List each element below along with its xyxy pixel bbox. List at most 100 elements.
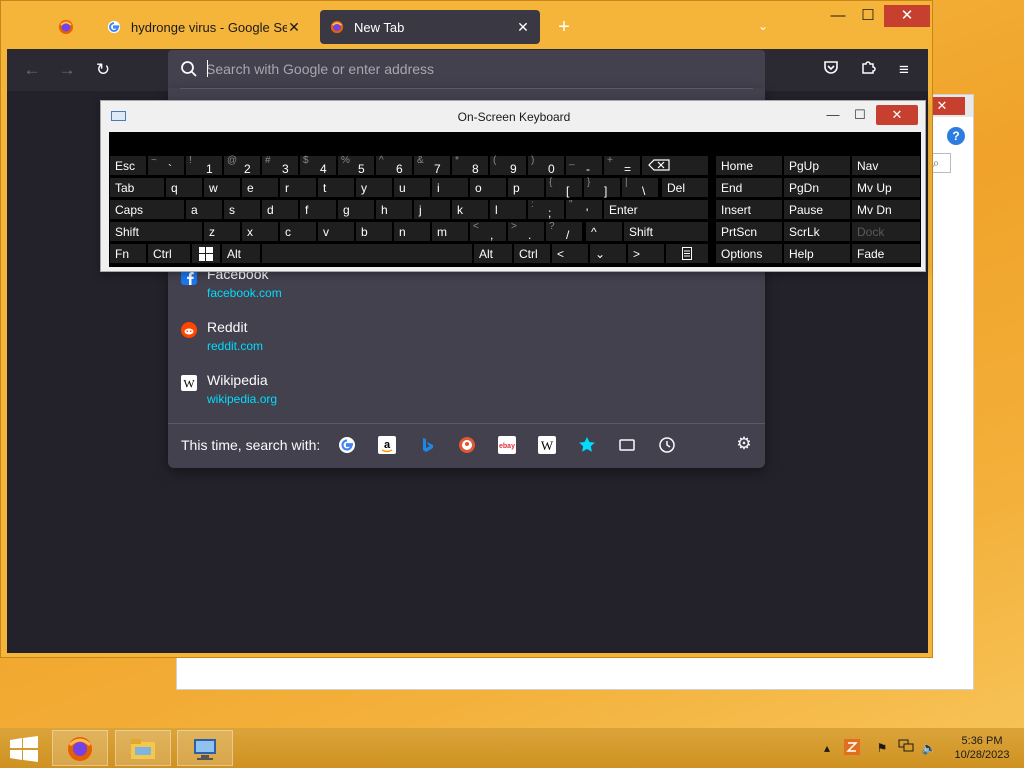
key-fn[interactable]: Fn (109, 243, 147, 264)
tray-app-icon[interactable] (843, 739, 861, 757)
key-backspace[interactable] (641, 155, 709, 176)
suggestion-wikipedia[interactable]: W Wikipedia wikipedia.org (168, 372, 765, 420)
key-l[interactable]: l (489, 199, 527, 220)
key-up[interactable]: ^ (585, 221, 623, 242)
key-k[interactable]: k (451, 199, 489, 220)
key-0[interactable]: ) 0 (527, 155, 565, 176)
show-hidden-icons[interactable]: ▴ (820, 739, 834, 757)
key-insert[interactable]: Insert (715, 199, 783, 220)
close-tab-icon[interactable]: ✕ (287, 19, 301, 36)
key-left[interactable]: < (551, 243, 589, 264)
key-x[interactable]: x (241, 221, 279, 242)
google-icon[interactable] (336, 434, 358, 456)
clock[interactable]: 5:36 PM 10/28/2023 (948, 734, 1016, 762)
key-`[interactable]: ~ ` (147, 155, 185, 176)
list-all-tabs-icon[interactable]: ⌄ (753, 15, 773, 37)
bookmarks-icon[interactable] (576, 434, 598, 456)
key-tab[interactable]: Tab (109, 177, 165, 198)
tab-new-tab[interactable]: New Tab ✕ (320, 10, 540, 44)
key-u[interactable]: u (393, 177, 431, 198)
key-n[interactable]: n (393, 221, 431, 242)
key-fade[interactable]: Fade (851, 243, 921, 264)
key-t[interactable]: t (317, 177, 355, 198)
osk-minimize-button[interactable]: — (821, 105, 845, 125)
key-r[interactable]: r (279, 177, 317, 198)
minimize-button[interactable]: — (824, 5, 852, 27)
key-4[interactable]: $4 (299, 155, 337, 176)
key-j[interactable]: j (413, 199, 451, 220)
osk-maximize-button[interactable]: ☐ (848, 105, 872, 125)
key-sym-3[interactable]: :; (527, 199, 565, 220)
forward-icon[interactable]: → (54, 58, 80, 82)
key-=[interactable]: + = (603, 155, 641, 176)
close-window-button[interactable]: ✕ (884, 5, 930, 27)
key-enter[interactable]: Enter (603, 199, 709, 220)
key-p[interactable]: p (507, 177, 545, 198)
key-sym-7[interactable]: ? / (545, 221, 583, 242)
action-center-flag-icon[interactable]: ⚑ (873, 739, 891, 757)
key-z[interactable]: z (203, 221, 241, 242)
key-prtscn[interactable]: PrtScn (715, 221, 783, 242)
key-7[interactable]: & 7 (413, 155, 451, 176)
bing-icon[interactable] (416, 434, 438, 456)
key-esc[interactable]: Esc (109, 155, 147, 176)
key-c[interactable]: c (279, 221, 317, 242)
amazon-icon[interactable]: a (376, 434, 398, 456)
key-2[interactable]: @2 (223, 155, 261, 176)
tab-google-search[interactable]: hydronge virus - Google Search ✕ (97, 10, 311, 44)
key-1[interactable]: ! 1 (185, 155, 223, 176)
key-pgup[interactable]: PgUp (783, 155, 851, 176)
wikipedia-icon[interactable]: W (536, 434, 558, 456)
key-context-menu[interactable] (665, 243, 709, 264)
tabs-icon[interactable] (616, 434, 638, 456)
key-b[interactable]: b (355, 221, 393, 242)
key-shift-left[interactable]: Shift (109, 221, 203, 242)
key-6[interactable]: ^ 6 (375, 155, 413, 176)
close-tab-icon[interactable]: ✕ (516, 19, 530, 36)
suggestion-reddit[interactable]: Reddit reddit.com (168, 319, 765, 367)
key-v[interactable]: v (317, 221, 355, 242)
key-8[interactable]: * 8 (451, 155, 489, 176)
key-scrlk[interactable]: ScrLk (783, 221, 851, 242)
key-sym-1[interactable]: }] (583, 177, 621, 198)
pocket-icon[interactable] (818, 58, 844, 82)
taskbar-file-explorer[interactable] (115, 730, 171, 766)
key-del[interactable]: Del (661, 177, 709, 198)
key-down[interactable]: ⌄ (589, 243, 627, 264)
key-5[interactable]: % 5 (337, 155, 375, 176)
key-pause[interactable]: Pause (783, 199, 851, 220)
maximize-button[interactable]: ☐ (854, 5, 882, 27)
key-mv-dn[interactable]: Mv Dn (851, 199, 921, 220)
key-d[interactable]: d (261, 199, 299, 220)
network-icon[interactable] (897, 739, 915, 757)
start-button[interactable] (8, 736, 40, 762)
key-ctrl-right[interactable]: Ctrl (513, 243, 551, 264)
key-nav[interactable]: Nav (851, 155, 921, 176)
key-sym-4[interactable]: " ' (565, 199, 603, 220)
key-h[interactable]: h (375, 199, 413, 220)
extensions-icon[interactable] (855, 58, 881, 82)
history-icon[interactable] (656, 434, 678, 456)
pinned-tab-firefox[interactable] (51, 10, 81, 44)
key-pgdn[interactable]: PgDn (783, 177, 851, 198)
key-m[interactable]: m (431, 221, 469, 242)
duckduckgo-icon[interactable] (456, 434, 478, 456)
key-alt-right[interactable]: Alt (473, 243, 513, 264)
osk-close-button[interactable]: ✕ (876, 105, 918, 125)
key-caps[interactable]: Caps (109, 199, 185, 220)
key-3[interactable]: #3 (261, 155, 299, 176)
key-right[interactable]: > (627, 243, 665, 264)
key-mv-up[interactable]: Mv Up (851, 177, 921, 198)
help-icon[interactable]: ? (947, 127, 965, 145)
suggestion-facebook[interactable]: Facebook facebook.com (168, 266, 765, 314)
key-sym-6[interactable]: >. (507, 221, 545, 242)
key-f[interactable]: f (299, 199, 337, 220)
key-g[interactable]: g (337, 199, 375, 220)
key-space[interactable] (261, 243, 473, 264)
key-w[interactable]: w (203, 177, 241, 198)
key-alt-left[interactable]: Alt (221, 243, 261, 264)
key-sym-2[interactable]: | \ (621, 177, 659, 198)
gear-icon[interactable]: ⚙ (734, 434, 754, 454)
key-home[interactable]: Home (715, 155, 783, 176)
key-a[interactable]: a (185, 199, 223, 220)
